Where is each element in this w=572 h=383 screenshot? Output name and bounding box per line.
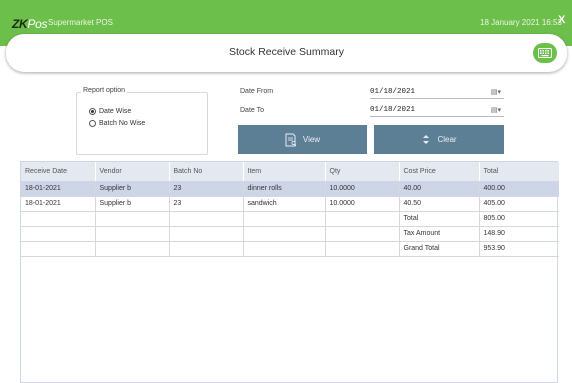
- table-header-row: Receive Date Vendor Batch No Item Qty Co…: [21, 162, 559, 181]
- table-cell: Supplier b: [95, 181, 170, 197]
- table-cell: 18-01-2021: [21, 196, 96, 212]
- table-row[interactable]: Tax Amount 148.90: [21, 226, 559, 242]
- tax-amount-value-cell: 148.90: [479, 226, 559, 242]
- table-cell: 40.50: [399, 196, 480, 212]
- table-row[interactable]: Total 805.00: [21, 211, 559, 227]
- table-cell: 18-01-2021: [21, 181, 96, 197]
- table-cell: 23: [169, 181, 244, 197]
- date-to-value: 01/18/2021: [370, 106, 416, 114]
- calendar-dropdown-icon[interactable]: ▤▾: [491, 106, 501, 114]
- table-cell: [243, 241, 326, 257]
- table-cell: 405.00: [479, 196, 559, 212]
- keyboard-icon: [538, 48, 552, 58]
- keyboard-button[interactable]: [533, 43, 557, 63]
- grand-total-value-cell: 953.90: [479, 241, 559, 257]
- report-option-legend: Report option: [81, 87, 128, 94]
- table-cell: 400.00: [479, 181, 559, 197]
- table-cell: [95, 211, 170, 227]
- column-header-cost-price[interactable]: Cost Price: [399, 162, 480, 181]
- clear-button[interactable]: Clear: [374, 125, 504, 154]
- radio-label: Date Wise: [99, 108, 132, 115]
- table-cell: [95, 226, 170, 242]
- date-from-label: Date From: [240, 88, 274, 95]
- radio-checked-icon: [89, 108, 96, 115]
- radio-unchecked-icon: [89, 120, 96, 127]
- radio-batch-no-wise[interactable]: Batch No Wise: [89, 120, 145, 127]
- report-option-group: Report option Date Wise Batch No Wise: [76, 87, 208, 155]
- app-logo: ZKPos: [12, 17, 48, 31]
- table-cell: [169, 226, 244, 242]
- table-cell: [325, 241, 400, 257]
- tax-amount-label-cell: Tax Amount: [399, 226, 480, 242]
- column-header-item[interactable]: Item: [243, 162, 326, 181]
- clear-button-label: Clear: [437, 135, 457, 144]
- view-button-label: View: [302, 135, 321, 144]
- date-to-label: Date To: [240, 107, 264, 114]
- date-from-value: 01/18/2021: [370, 88, 416, 96]
- column-header-batch-no[interactable]: Batch No: [169, 162, 244, 181]
- stock-receive-table: Receive Date Vendor Batch No Item Qty Co…: [20, 161, 559, 383]
- table-cell: [243, 226, 326, 242]
- total-value-cell: 805.00: [479, 211, 559, 227]
- table-cell: 10.0000: [325, 181, 400, 197]
- table-row[interactable]: Grand Total 953.90: [21, 241, 559, 257]
- column-header-vendor[interactable]: Vendor: [95, 162, 170, 181]
- table-cell: dinner rolls: [243, 181, 326, 197]
- calendar-dropdown-icon[interactable]: ▤▾: [491, 88, 501, 96]
- table-cell: [95, 241, 170, 257]
- table-cell: [21, 226, 96, 242]
- table-cell: [325, 226, 400, 242]
- column-header-receive-date[interactable]: Receive Date: [21, 162, 96, 181]
- column-header-total[interactable]: Total: [479, 162, 559, 181]
- table-row[interactable]: 18-01-2021 Supplier b 23 dinner rolls 10…: [21, 181, 559, 197]
- refresh-icon: [423, 135, 430, 144]
- report-view-icon: [285, 133, 297, 146]
- current-datetime: 18 January 2021 16:53: [480, 18, 562, 27]
- table-cell: [21, 211, 96, 227]
- table-cell: 23: [169, 196, 244, 212]
- page-title: Stock Receive Summary: [229, 46, 344, 58]
- view-button[interactable]: View: [238, 125, 367, 154]
- column-header-qty[interactable]: Qty: [325, 162, 400, 181]
- table-cell: [169, 211, 244, 227]
- total-label-cell: Total: [399, 211, 480, 227]
- table-row[interactable]: 18-01-2021 Supplier b 23 sandwich 10.000…: [21, 196, 559, 212]
- table-cell: sandwich: [243, 196, 326, 212]
- date-from-field[interactable]: 01/18/2021 ▤▾: [370, 86, 504, 99]
- table-cell: [325, 211, 400, 227]
- date-to-field[interactable]: 01/18/2021 ▤▾: [370, 104, 504, 117]
- table-cell: Supplier b: [95, 196, 170, 212]
- app-name: Supermarket POS: [48, 18, 113, 27]
- table-cell: 10.0000: [325, 196, 400, 212]
- page-header: Stock Receive Summary: [6, 34, 567, 72]
- radio-date-wise[interactable]: Date Wise: [89, 108, 131, 115]
- grand-total-label-cell: Grand Total: [399, 241, 480, 257]
- table-cell: [243, 211, 326, 227]
- table-cell: 40.00: [399, 181, 480, 197]
- radio-label: Batch No Wise: [99, 120, 146, 127]
- table-cell: [169, 241, 244, 257]
- table-cell: [21, 241, 96, 257]
- close-button[interactable]: X: [558, 14, 565, 26]
